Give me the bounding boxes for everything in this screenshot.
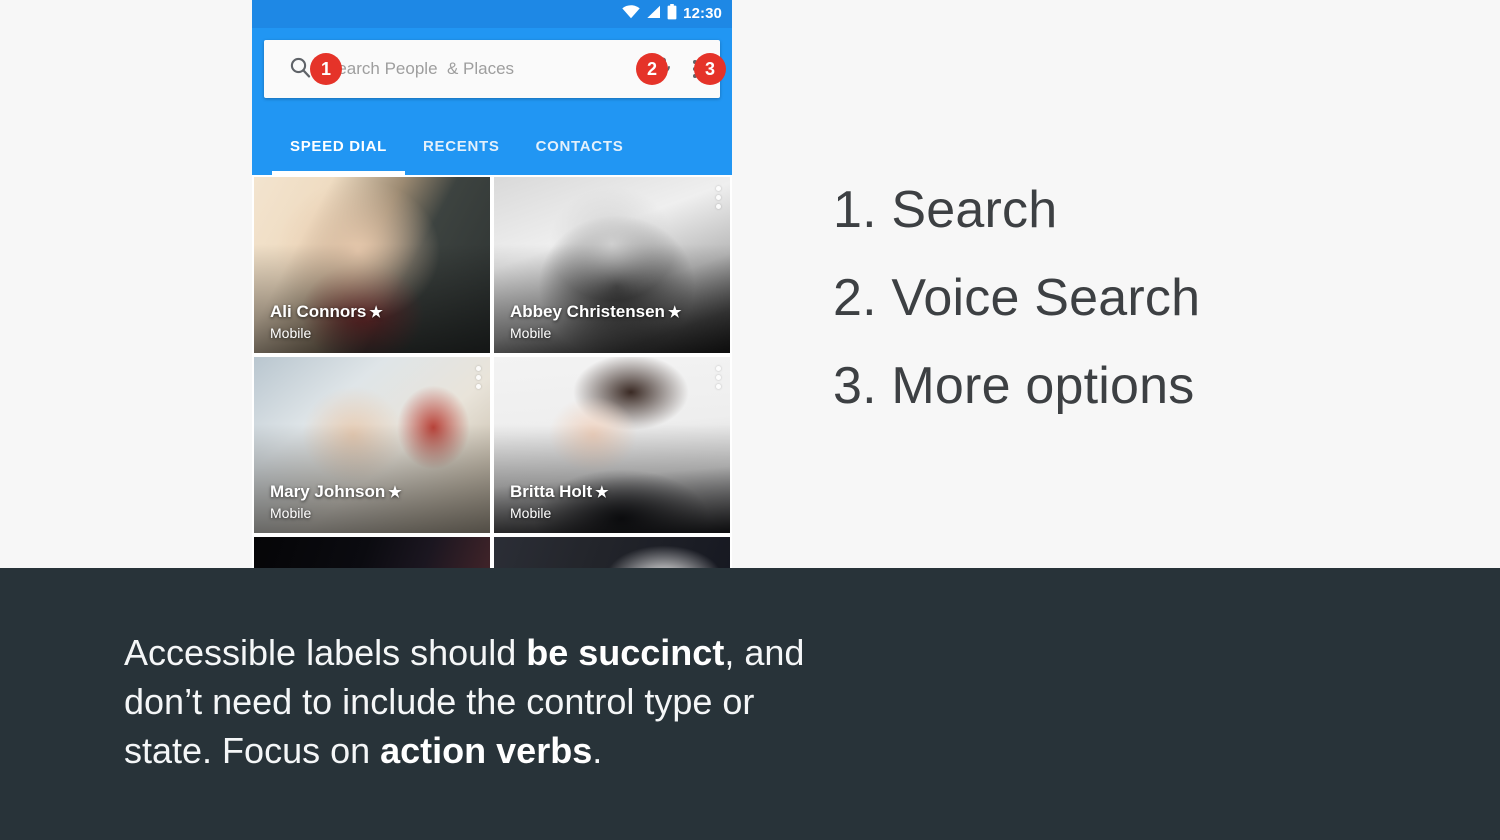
contact-name-text: Abbey Christensen bbox=[510, 302, 665, 321]
contact-name: Mary Johnson ★ bbox=[270, 482, 402, 502]
contact-card[interactable] bbox=[254, 537, 490, 570]
tab-speed-dial[interactable]: SPEED DIAL bbox=[272, 117, 406, 175]
tab-contacts[interactable]: CONTACTS bbox=[518, 117, 642, 175]
dot bbox=[716, 375, 721, 380]
contact-photo bbox=[254, 537, 490, 570]
caption-band: Accessible labels should be succinct, an… bbox=[0, 568, 1500, 840]
favorite-star-icon: ★ bbox=[369, 304, 383, 321]
card-more-options-icon[interactable] bbox=[716, 366, 721, 389]
contact-label: Britta Holt ★ Mobile bbox=[510, 482, 609, 521]
tab-bar: SPEED DIAL RECENTS CONTACTS bbox=[252, 117, 732, 175]
contact-label: Mary Johnson ★ Mobile bbox=[270, 482, 402, 521]
dot bbox=[716, 186, 721, 191]
caption-line3-part3: . bbox=[592, 730, 603, 771]
wifi-icon bbox=[622, 4, 640, 24]
favorite-star-icon: ★ bbox=[595, 484, 609, 501]
dot bbox=[716, 195, 721, 200]
favorite-star-icon: ★ bbox=[667, 304, 682, 321]
dot bbox=[716, 204, 721, 209]
contact-name-text: Britta Holt bbox=[510, 482, 593, 501]
battery-icon bbox=[667, 3, 677, 25]
contact-subtitle: Mobile bbox=[510, 325, 552, 341]
contact-label: Abbey Christensen ★ Mobile bbox=[510, 302, 681, 341]
contact-subtitle: Mobile bbox=[510, 505, 552, 521]
callout-badge-3: 3 bbox=[694, 53, 726, 85]
contact-card[interactable] bbox=[494, 537, 730, 570]
favorite-star-icon: ★ bbox=[388, 484, 402, 501]
contact-card[interactable]: Britta Holt ★ Mobile bbox=[494, 357, 730, 533]
tab-recents[interactable]: RECENTS bbox=[405, 117, 518, 175]
card-more-options-icon[interactable] bbox=[716, 186, 721, 209]
contacts-grid: Ali Connors ★ Mobile Abbey Christensen ★ M… bbox=[252, 175, 732, 570]
contact-subtitle: Mobile bbox=[270, 325, 312, 341]
dot bbox=[716, 366, 721, 371]
caption-emphasis-action-verbs: action verbs bbox=[380, 730, 593, 771]
caption-line1-part1: Accessible labels should bbox=[124, 632, 527, 673]
phone-screenshot-mock: 12:30 Search People & Places 1 2 3 SPEED… bbox=[252, 0, 732, 570]
caption-line3-part1: state. Focus on bbox=[124, 730, 381, 771]
contact-label: Ali Connors ★ Mobile bbox=[270, 302, 383, 341]
callout-badge-1: 1 bbox=[310, 53, 342, 85]
caption-line2: don’t need to include the control type o… bbox=[124, 681, 755, 722]
caption-text: Accessible labels should be succinct, an… bbox=[124, 628, 944, 775]
contact-name-text: Mary Johnson bbox=[270, 482, 386, 501]
contact-subtitle: Mobile bbox=[270, 505, 312, 521]
app-bar: Search People & Places 1 2 3 SPEED DIAL … bbox=[252, 28, 732, 175]
contact-card[interactable]: Abbey Christensen ★ Mobile bbox=[494, 177, 730, 353]
legend-item-more-options: 3. More options bbox=[833, 357, 1195, 415]
card-more-options-icon[interactable] bbox=[476, 366, 481, 389]
search-field[interactable]: Search People & Places 1 2 3 bbox=[264, 40, 726, 98]
contact-photo bbox=[494, 537, 730, 570]
legend-item-voice-search: 2. Voice Search bbox=[833, 269, 1201, 327]
caption-line1-part3: , and bbox=[724, 632, 805, 673]
contact-card[interactable]: Mary Johnson ★ Mobile bbox=[254, 357, 490, 533]
dot bbox=[476, 366, 481, 371]
status-bar: 12:30 bbox=[252, 0, 732, 28]
callout-badge-2: 2 bbox=[636, 53, 668, 85]
search-input[interactable]: Search People & Places bbox=[326, 59, 652, 79]
status-bar-time: 12:30 bbox=[683, 5, 722, 22]
contact-name: Britta Holt ★ bbox=[510, 482, 609, 502]
contact-name-text: Ali Connors bbox=[270, 302, 367, 321]
dot bbox=[476, 384, 481, 389]
dot bbox=[716, 384, 721, 389]
caption-emphasis-succinct: be succinct bbox=[526, 632, 725, 673]
contact-name: Abbey Christensen ★ bbox=[510, 302, 681, 322]
dot bbox=[476, 375, 481, 380]
legend-item-search: 1. Search bbox=[833, 181, 1058, 239]
cellular-signal-icon bbox=[646, 5, 661, 24]
contact-card[interactable]: Ali Connors ★ Mobile bbox=[254, 177, 490, 353]
callout-legend: 1. Search 2. Voice Search 3. More option… bbox=[833, 166, 1393, 430]
search-icon[interactable] bbox=[288, 55, 312, 84]
contact-name: Ali Connors ★ bbox=[270, 302, 383, 322]
